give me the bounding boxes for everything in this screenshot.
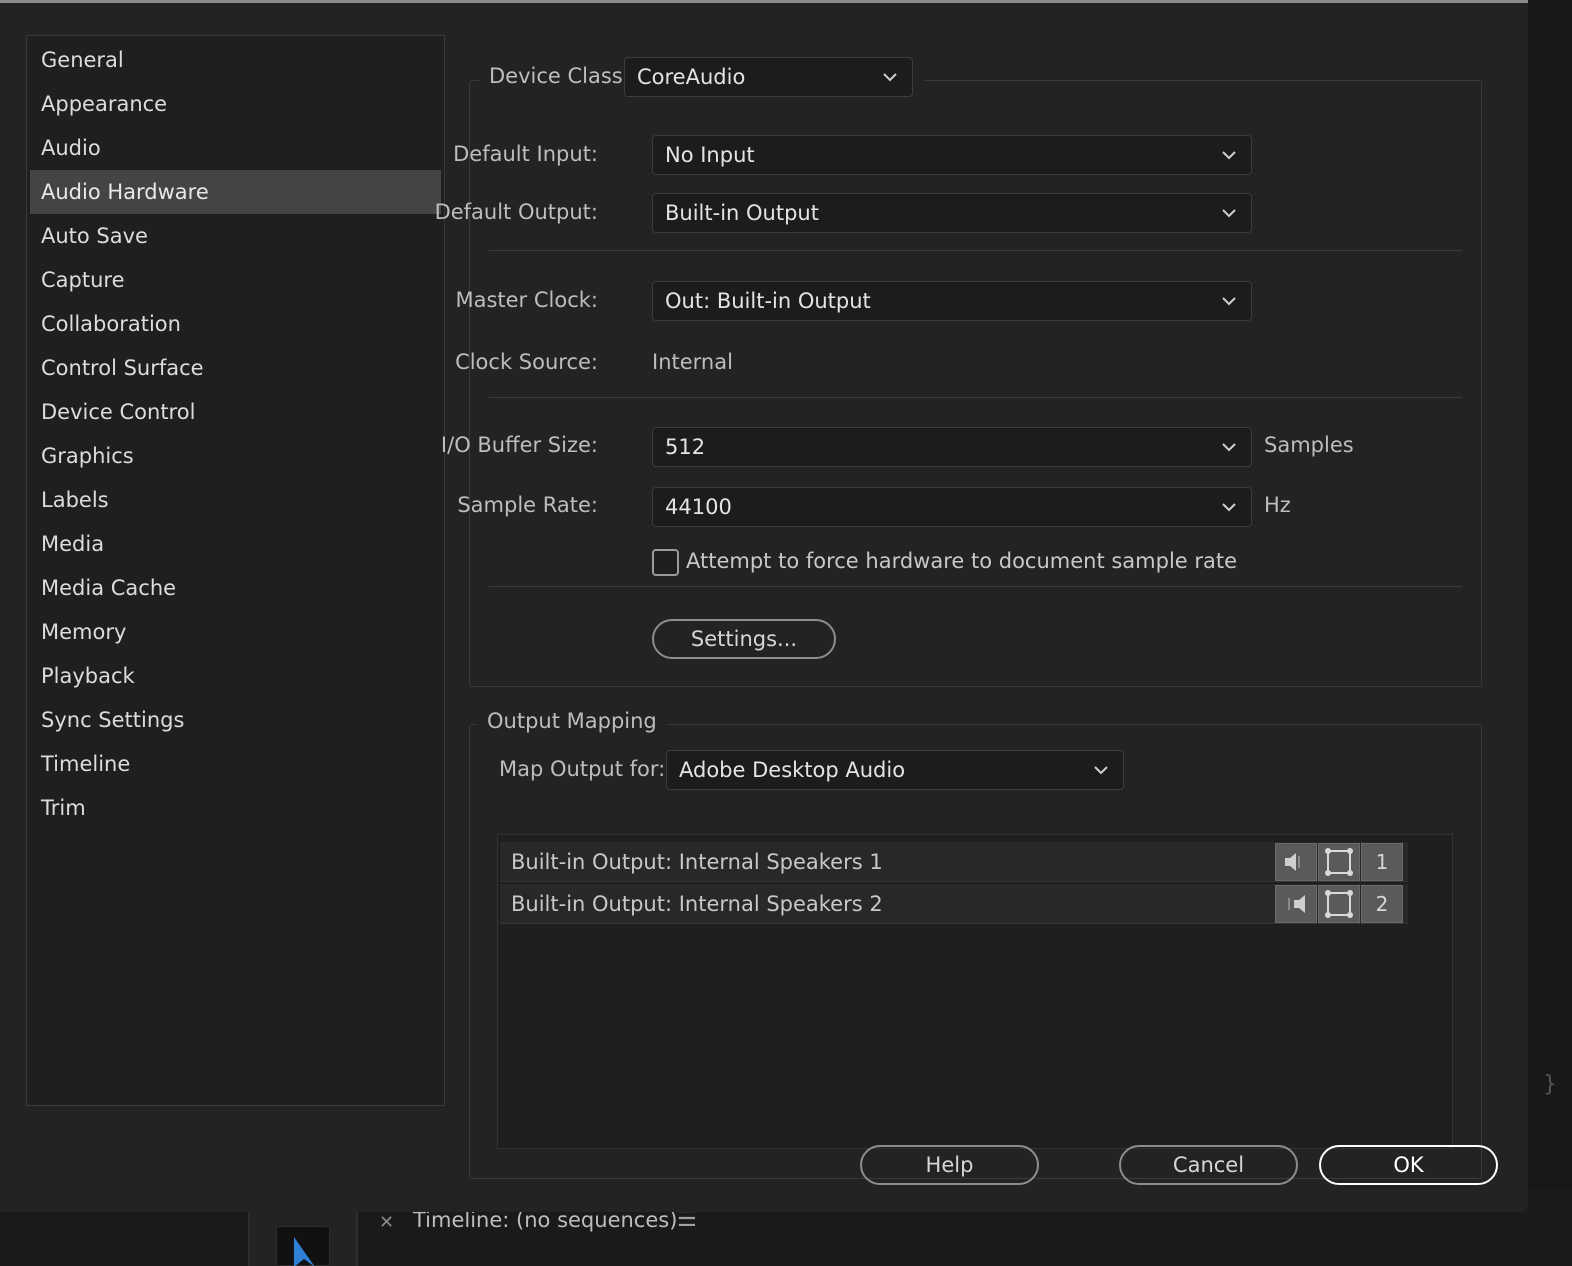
sidebar-item-collaboration[interactable]: Collaboration: [30, 302, 441, 346]
output-channel-label: Built-in Output: Internal Speakers 2: [511, 892, 883, 916]
sidebar-item-playback[interactable]: Playback: [30, 654, 441, 698]
sidebar-item-auto-save[interactable]: Auto Save: [30, 214, 441, 258]
default-input-label: Default Input:: [453, 142, 598, 166]
separator: [489, 250, 1462, 251]
default-output-value: Built-in Output: [665, 201, 819, 225]
sidebar-item-labels[interactable]: Labels: [30, 478, 441, 522]
buffer-size-label: I/O Buffer Size:: [440, 433, 598, 457]
chevron-down-icon: [1222, 443, 1236, 452]
chevron-down-icon: [883, 73, 897, 82]
master-clock-dropdown[interactable]: Out: Built-in Output: [652, 281, 1252, 321]
sidebar-item-audio[interactable]: Audio: [30, 126, 441, 170]
list-item[interactable]: Built-in Output: Internal Speakers 1 1: [500, 842, 1408, 882]
force-sample-rate-checkbox[interactable]: [652, 549, 679, 576]
preferences-dialog: General Appearance Audio Audio Hardware …: [0, 0, 1528, 1212]
channel-number: 2: [1361, 885, 1403, 923]
ok-button[interactable]: OK: [1319, 1145, 1498, 1185]
sample-rate-dropdown[interactable]: 44100: [652, 487, 1252, 527]
master-clock-value: Out: Built-in Output: [665, 289, 871, 313]
background-panel-bottom: [0, 1212, 1572, 1266]
sidebar-item-capture[interactable]: Capture: [30, 258, 441, 302]
sidebar-item-trim[interactable]: Trim: [30, 786, 441, 830]
sidebar-item-timeline[interactable]: Timeline: [30, 742, 441, 786]
map-output-for-label: Map Output for:: [499, 757, 666, 781]
resize-handle-icon: }: [1543, 1072, 1557, 1097]
device-class-value: CoreAudio: [637, 65, 746, 89]
device-class-label: Device Class:: [489, 64, 630, 88]
preferences-sidebar: General Appearance Audio Audio Hardware …: [26, 35, 445, 1106]
background-panel-right: [1528, 0, 1572, 1190]
output-mapping-legend: Output Mapping: [477, 709, 667, 733]
buffer-size-dropdown[interactable]: 512: [652, 427, 1252, 467]
cancel-button[interactable]: Cancel: [1119, 1145, 1298, 1185]
sample-rate-unit: Hz: [1264, 493, 1291, 517]
list-item[interactable]: Built-in Output: Internal Speakers 2 2: [500, 884, 1408, 924]
separator: [489, 586, 1462, 587]
device-class-dropdown[interactable]: CoreAudio: [624, 57, 913, 97]
buffer-size-value: 512: [665, 435, 706, 459]
chevron-down-icon: [1222, 503, 1236, 512]
selection-arrow-icon: [294, 1237, 315, 1266]
default-input-value: No Input: [665, 143, 755, 167]
chevron-down-icon: [1222, 297, 1236, 306]
sidebar-item-appearance[interactable]: Appearance: [30, 82, 441, 126]
chevron-down-icon: [1222, 209, 1236, 218]
channel-bracket-icon[interactable]: [1318, 843, 1360, 881]
sidebar-item-audio-hardware[interactable]: Audio Hardware: [30, 170, 441, 214]
map-output-for-value: Adobe Desktop Audio: [679, 758, 906, 782]
output-channel-label: Built-in Output: Internal Speakers 1: [511, 850, 883, 874]
clock-source-value: Internal: [652, 350, 733, 374]
help-button[interactable]: Help: [860, 1145, 1039, 1185]
speaker-left-icon[interactable]: [1275, 843, 1317, 881]
channel-bracket-icon[interactable]: [1318, 885, 1360, 923]
sidebar-item-control-surface[interactable]: Control Surface: [30, 346, 441, 390]
sidebar-item-media[interactable]: Media: [30, 522, 441, 566]
selection-tool-button[interactable]: [276, 1226, 330, 1266]
separator: [489, 397, 1462, 398]
sample-rate-value: 44100: [665, 495, 732, 519]
speaker-right-icon[interactable]: [1275, 885, 1317, 923]
channel-number: 1: [1361, 843, 1403, 881]
chevron-down-icon: [1222, 151, 1236, 160]
output-mapping-list: Built-in Output: Internal Speakers 1 1 B…: [497, 834, 1453, 1149]
master-clock-label: Master Clock:: [455, 288, 598, 312]
map-output-for-dropdown[interactable]: Adobe Desktop Audio: [666, 750, 1124, 790]
sample-rate-label: Sample Rate:: [457, 493, 598, 517]
sidebar-item-graphics[interactable]: Graphics: [30, 434, 441, 478]
buffer-size-unit: Samples: [1264, 433, 1354, 457]
sidebar-item-sync-settings[interactable]: Sync Settings: [30, 698, 441, 742]
default-input-dropdown[interactable]: No Input: [652, 135, 1252, 175]
sidebar-item-general[interactable]: General: [30, 38, 441, 82]
clock-source-label: Clock Source:: [455, 350, 598, 374]
default-output-dropdown[interactable]: Built-in Output: [652, 193, 1252, 233]
sidebar-item-memory[interactable]: Memory: [30, 610, 441, 654]
settings-button[interactable]: Settings...: [652, 619, 836, 659]
sidebar-item-device-control[interactable]: Device Control: [30, 390, 441, 434]
default-output-label: Default Output:: [434, 200, 598, 224]
chevron-down-icon: [1094, 766, 1108, 775]
force-sample-rate-label[interactable]: Attempt to force hardware to document sa…: [686, 549, 1237, 573]
sidebar-item-media-cache[interactable]: Media Cache: [30, 566, 441, 610]
close-tab-icon[interactable]: ✕: [379, 1212, 394, 1233]
